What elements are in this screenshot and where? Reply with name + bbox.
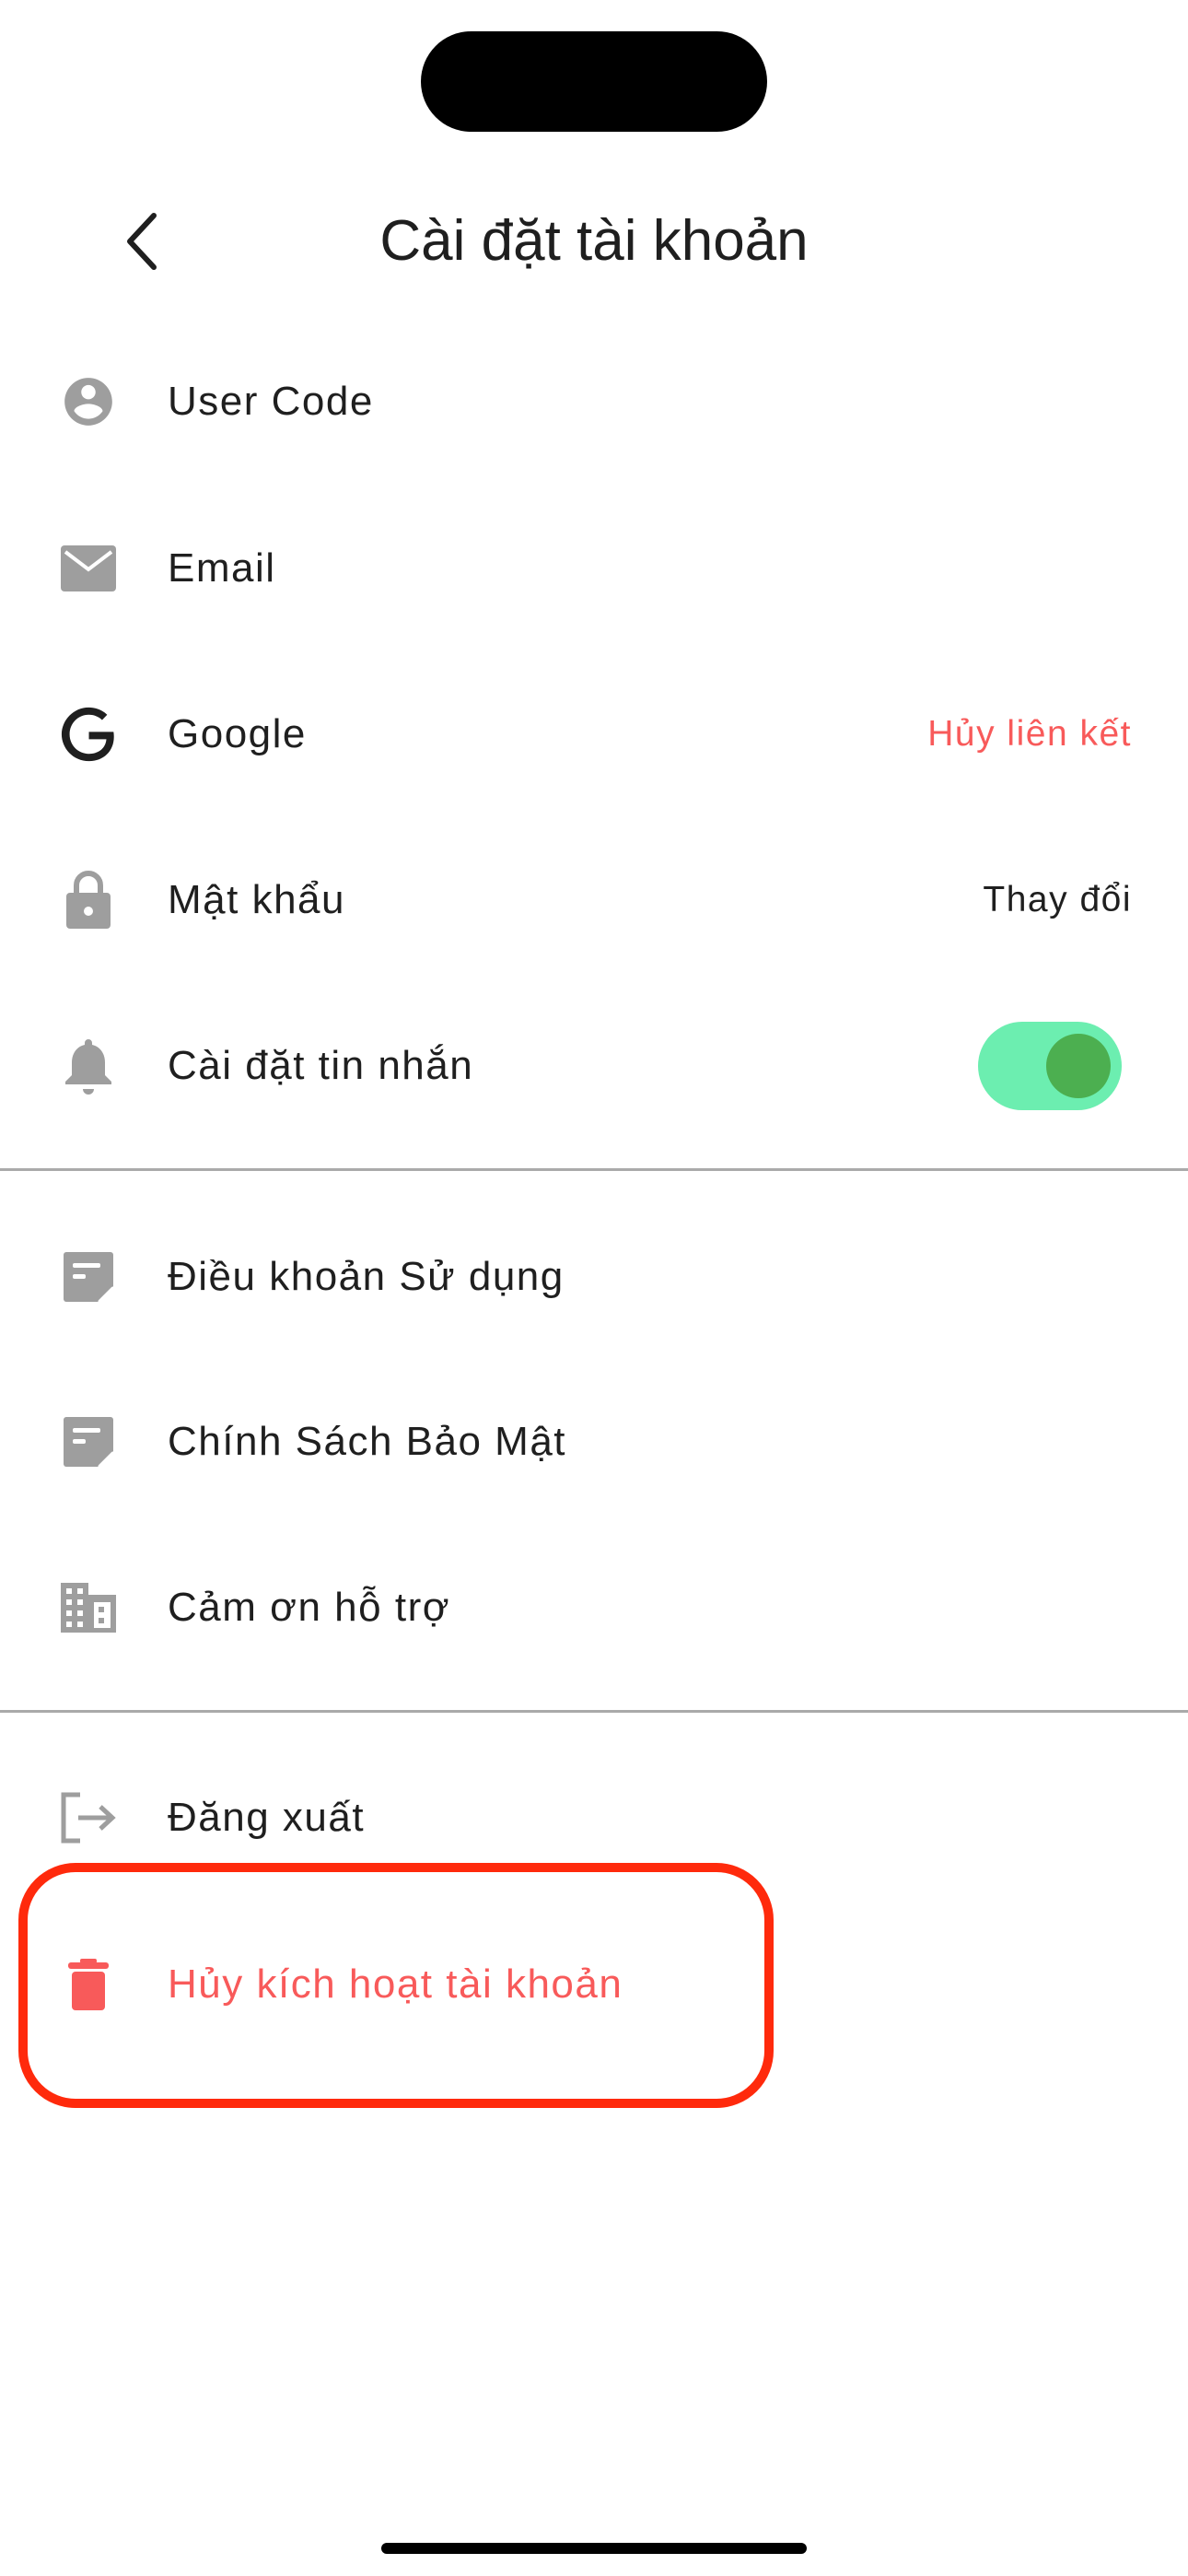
password-row: Mật khẩu Thay đổi [0, 845, 1188, 955]
logout-icon [55, 1785, 122, 1851]
terms-row[interactable]: Điều khoản Sử dụng [0, 1222, 1188, 1332]
message-settings-toggle[interactable] [978, 1022, 1122, 1110]
google-icon [55, 701, 122, 767]
dynamic-island [421, 31, 767, 132]
note-icon [55, 1244, 122, 1310]
logout-row[interactable]: Đăng xuất [0, 1762, 1188, 1873]
email-icon [55, 535, 122, 602]
email-row[interactable]: Email [0, 513, 1188, 624]
terms-label: Điều khoản Sử dụng [168, 1254, 565, 1299]
page-title: Cài đặt tài khoản [379, 209, 809, 273]
account-circle-icon [55, 369, 122, 435]
toggle-knob [1046, 1034, 1111, 1098]
privacy-row[interactable]: Chính Sách Bảo Mật [0, 1387, 1188, 1497]
google-row: Google Hủy liên kết [0, 679, 1188, 790]
building-icon [55, 1575, 122, 1641]
support-row[interactable]: Cảm ơn hỗ trợ [0, 1552, 1188, 1663]
logout-label: Đăng xuất [168, 1795, 366, 1840]
note-icon [55, 1409, 122, 1475]
email-label: Email [168, 545, 276, 591]
bell-icon [55, 1033, 122, 1099]
change-password-button[interactable]: Thay đổi [983, 880, 1132, 920]
message-settings-row: Cài đặt tin nhắn [0, 1011, 1188, 1121]
unlink-google-button[interactable]: Hủy liên kết [927, 714, 1132, 755]
home-indicator [381, 2543, 807, 2554]
message-settings-label: Cài đặt tin nhắn [168, 1043, 474, 1088]
highlight-annotation [18, 1863, 774, 2108]
password-label: Mật khẩu [168, 877, 345, 922]
section-divider [0, 1168, 1188, 1171]
privacy-label: Chính Sách Bảo Mật [168, 1419, 567, 1464]
support-label: Cảm ơn hỗ trợ [168, 1585, 451, 1630]
lock-icon [55, 867, 122, 933]
section-divider [0, 1710, 1188, 1713]
user-code-row[interactable]: User Code [0, 346, 1188, 457]
user-code-label: User Code [168, 379, 374, 424]
google-label: Google [168, 711, 307, 756]
